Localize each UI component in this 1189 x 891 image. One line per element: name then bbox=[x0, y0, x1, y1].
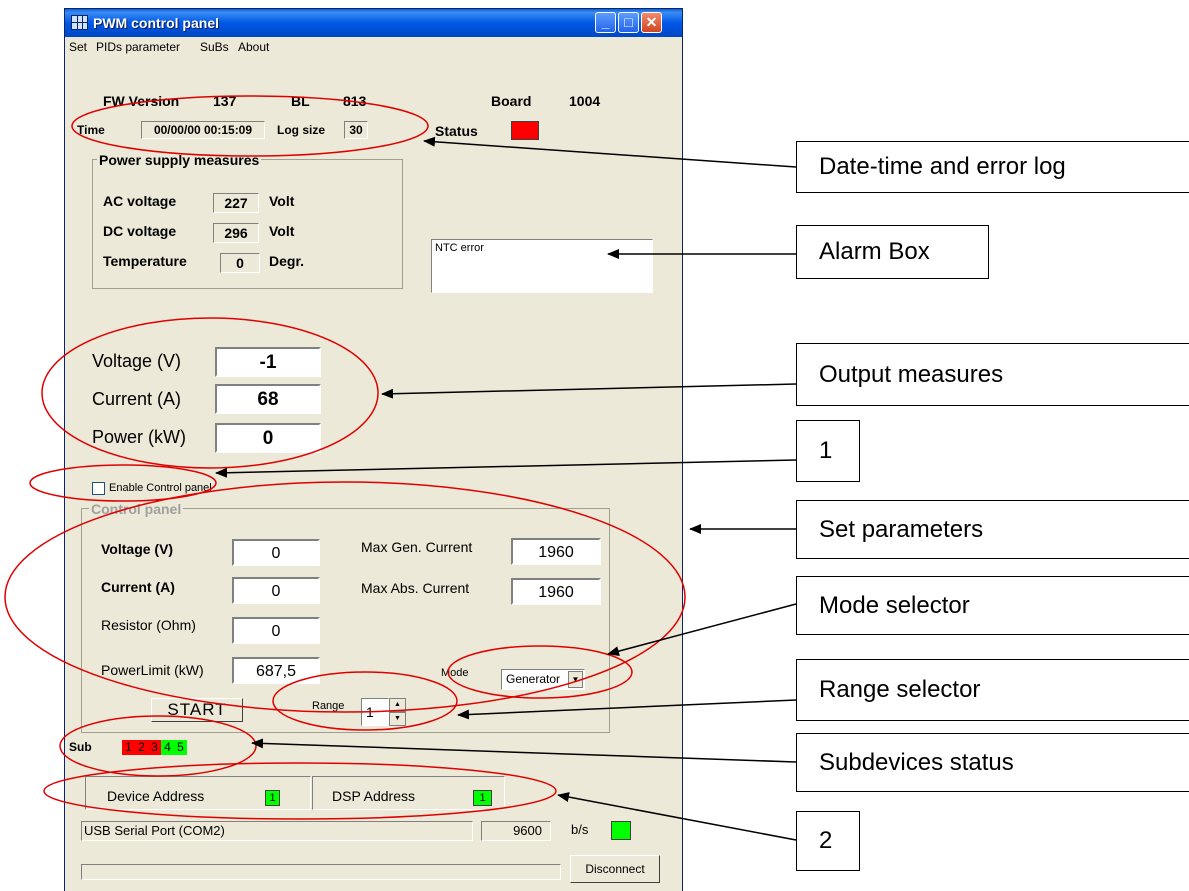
arrow-range bbox=[457, 699, 797, 720]
annotation-ellipse-datetime bbox=[71, 95, 429, 157]
arrow-one bbox=[215, 459, 797, 478]
arrow-output bbox=[381, 383, 797, 399]
callout-two: 2 bbox=[796, 811, 860, 871]
callout-alarm: Alarm Box bbox=[796, 225, 989, 279]
arrow-datetime bbox=[423, 136, 797, 168]
annotation-ellipse-range bbox=[272, 671, 458, 731]
callout-datetime: Date-time and error log bbox=[796, 141, 1189, 193]
callout-subdevices: Subdevices status bbox=[796, 733, 1189, 792]
annotation-ellipse-addresses bbox=[43, 762, 557, 820]
arrow-subdevices bbox=[251, 738, 797, 763]
annotation-ellipse-set-params bbox=[4, 481, 686, 713]
annotation-ellipse-output bbox=[41, 317, 379, 469]
callout-mode: Mode selector bbox=[796, 576, 1189, 635]
callout-range: Range selector bbox=[796, 659, 1189, 721]
callout-one: 1 bbox=[796, 420, 860, 482]
arrow-two bbox=[557, 792, 797, 841]
callout-set-params: Set parameters bbox=[796, 500, 1189, 559]
callout-output: Output measures bbox=[796, 343, 1189, 406]
arrow-mode bbox=[607, 603, 797, 657]
